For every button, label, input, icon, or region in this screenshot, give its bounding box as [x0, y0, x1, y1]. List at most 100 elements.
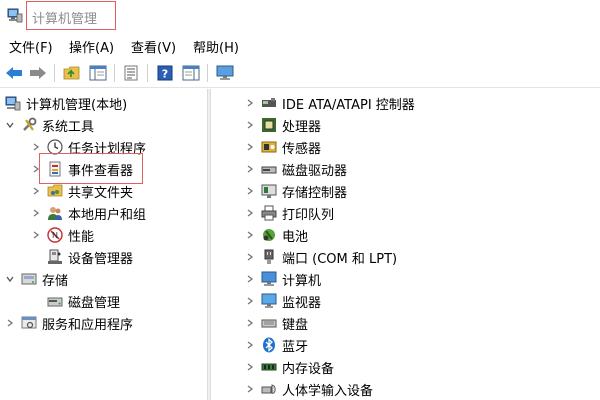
device-item-computer[interactable]: 计算机	[244, 268, 321, 290]
chevron-right-icon[interactable]	[244, 207, 256, 219]
tree-item-disk-management[interactable]: 磁盘管理	[46, 290, 120, 312]
chevron-right-icon[interactable]	[244, 251, 256, 263]
device-label: IDE ATA/ATAPI 控制器	[282, 97, 415, 113]
chevron-down-icon[interactable]	[4, 119, 16, 131]
menu-file[interactable]: 文件(F)	[9, 37, 53, 56]
storage-controller-icon	[260, 183, 277, 200]
chevron-right-icon[interactable]	[244, 339, 256, 351]
selection-highlight	[39, 153, 143, 184]
tree-label: 磁盘管理	[68, 295, 121, 311]
chevron-right-icon[interactable]	[244, 229, 256, 241]
monitor-icon[interactable]	[215, 63, 235, 83]
menu-view[interactable]: 查看(V)	[131, 37, 176, 56]
chevron-right-icon[interactable]	[244, 361, 256, 373]
show-tree-icon[interactable]	[88, 63, 108, 83]
ide-controller-icon	[260, 95, 277, 112]
device-item-port[interactable]: 端口 (COM 和 LPT)	[244, 246, 397, 268]
device-label: 打印队列	[282, 207, 335, 223]
chevron-right-icon[interactable]	[244, 119, 256, 131]
chevron-right-icon[interactable]	[4, 317, 16, 329]
device-item-monitor[interactable]: 监视器	[244, 290, 321, 312]
device-item-processor[interactable]: 处理器	[244, 114, 321, 136]
device-label: 磁盘驱动器	[282, 163, 348, 179]
device-label: 内存设备	[282, 361, 335, 377]
chevron-right-icon[interactable]	[244, 317, 256, 329]
menu-action[interactable]: 操作(A)	[69, 37, 114, 56]
device-item-print-queue[interactable]: 打印队列	[244, 202, 334, 224]
processor-icon	[260, 117, 277, 134]
shared-folder-icon	[46, 183, 63, 200]
device-label: 键盘	[282, 317, 309, 333]
svg-text:N: N	[52, 231, 58, 240]
device-label: 电池	[282, 229, 309, 245]
battery-icon	[260, 227, 277, 244]
tree-label: 存储	[42, 273, 69, 289]
toolbar-separator	[54, 64, 55, 82]
forward-icon[interactable]	[28, 63, 48, 83]
tree-item-device-manager[interactable]: 设备管理器	[46, 246, 133, 268]
device-item-disk-drive[interactable]: 磁盘驱动器	[244, 158, 347, 180]
chevron-right-icon[interactable]	[30, 207, 42, 219]
toolbar-separator	[147, 64, 148, 82]
tree-label: 系统工具	[42, 119, 95, 135]
chevron-right-icon[interactable]	[244, 97, 256, 109]
chevron-right-icon[interactable]	[30, 229, 42, 241]
tree-item-root[interactable]: 计算机管理(本地)	[4, 92, 127, 114]
performance-icon: N	[46, 227, 63, 244]
tree-label: 服务和应用程序	[42, 317, 134, 333]
device-item-ide[interactable]: IDE ATA/ATAPI 控制器	[244, 92, 415, 114]
device-item-bluetooth[interactable]: 蓝牙	[244, 334, 308, 356]
printer-icon	[260, 205, 277, 222]
device-label: 计算机	[282, 273, 322, 289]
computer-management-icon	[7, 8, 23, 23]
chevron-right-icon[interactable]	[30, 185, 42, 197]
tree-label: 设备管理器	[68, 251, 134, 267]
device-label: 传感器	[282, 141, 322, 157]
chevron-right-icon[interactable]	[244, 273, 256, 285]
device-label: 端口 (COM 和 LPT)	[282, 251, 398, 267]
tree-item-local-users[interactable]: 本地用户和组	[30, 202, 146, 224]
device-label: 蓝牙	[282, 339, 309, 355]
device-label: 监视器	[282, 295, 322, 311]
chevron-right-icon[interactable]	[244, 185, 256, 197]
device-item-keyboard[interactable]: 键盘	[244, 312, 308, 334]
tree-item-performance[interactable]: N 性能	[30, 224, 94, 246]
tree-item-system-tools[interactable]: 系统工具	[4, 114, 94, 136]
svg-text:?: ?	[162, 68, 168, 81]
device-item-hid[interactable]: 人体学输入设备	[244, 378, 373, 400]
device-label: 人体学输入设备	[282, 383, 374, 399]
menu-bar: 文件(F) 操作(A) 查看(V) 帮助(H)	[0, 33, 600, 57]
monitor-icon	[260, 293, 277, 310]
tree-label: 性能	[68, 229, 95, 245]
device-manager-icon	[46, 249, 63, 266]
menu-help[interactable]: 帮助(H)	[193, 37, 239, 56]
memory-icon	[260, 359, 277, 376]
device-item-sensor[interactable]: 传感器	[244, 136, 321, 158]
chevron-right-icon[interactable]	[244, 295, 256, 307]
toolbar-separator	[207, 64, 208, 82]
chevron-right-icon[interactable]	[30, 141, 42, 153]
back-icon[interactable]	[4, 63, 24, 83]
help-icon[interactable]: ?	[155, 63, 175, 83]
device-item-storage-controller[interactable]: 存储控制器	[244, 180, 347, 202]
device-item-battery[interactable]: 电池	[244, 224, 308, 246]
title-bar: 计算机管理	[0, 0, 600, 33]
device-list: IDE ATA/ATAPI 控制器 处理器 传感器 磁盘驱动器 存储控制器 打印…	[211, 89, 600, 400]
device-item-memory[interactable]: 内存设备	[244, 356, 334, 378]
tree-item-services-apps[interactable]: 服务和应用程序	[4, 312, 133, 334]
console-tree-icon[interactable]	[181, 63, 201, 83]
tree-item-storage[interactable]: 存储	[4, 268, 68, 290]
computer-icon	[260, 271, 277, 288]
bluetooth-icon	[260, 337, 277, 354]
chevron-right-icon[interactable]	[244, 383, 256, 395]
tree-label: 本地用户和组	[68, 207, 147, 223]
chevron-right-icon[interactable]	[244, 141, 256, 153]
console-tree: 计算机管理(本地) 系统工具 任务计划程序 事件查看器 共享文件夹 本地用户和组…	[0, 89, 207, 400]
computer-management-icon	[4, 95, 21, 112]
chevron-down-icon[interactable]	[4, 273, 16, 285]
chevron-right-icon[interactable]	[244, 163, 256, 175]
keyboard-icon	[260, 315, 277, 332]
sensor-icon	[260, 139, 277, 156]
properties-icon[interactable]	[121, 63, 141, 83]
up-folder-icon[interactable]	[62, 63, 82, 83]
